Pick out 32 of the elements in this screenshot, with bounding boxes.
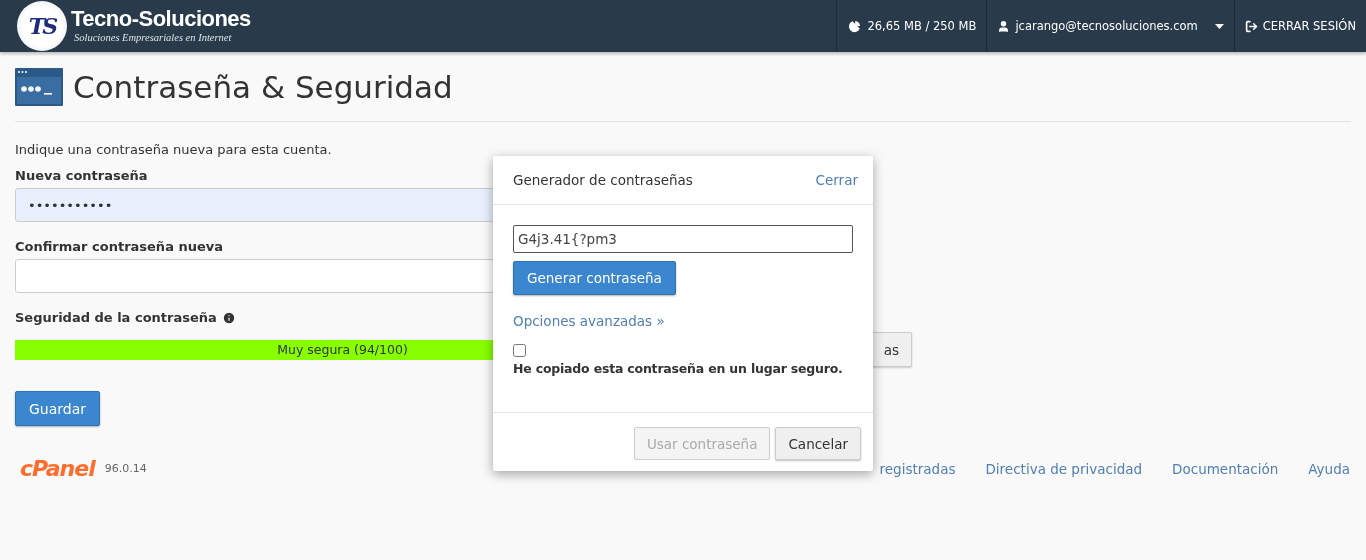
generate-button[interactable]: Generar contraseña [513,261,676,295]
disk-usage-link[interactable]: 26,65 MB / 250 MB [836,0,987,52]
info-icon [221,310,236,325]
footer-link[interactable]: Directiva de privacidad [985,460,1143,477]
user-menu[interactable]: jcarango@tecnosoluciones.com [986,0,1234,52]
caret-icon [1214,23,1224,29]
strength-reading: Muy segura (94/100) [277,342,408,357]
brand-name: Tecno-Soluciones [71,8,251,31]
cpanel-logo: cPanel [20,456,95,481]
advanced-options-link[interactable]: Opciones avanzadas » [513,313,665,329]
confirm-checkbox[interactable] [513,344,526,357]
close-link[interactable]: Cerrar [815,172,858,188]
generated-password-field[interactable]: G4j3.41{?pm3 [513,225,853,253]
footer-link[interactable]: registradas [879,460,956,477]
field-label: Seguridad de la contraseña [15,310,217,325]
field-label: Nueva contraseña [15,168,148,183]
password-window-icon [15,67,63,106]
logout-icon [1244,19,1258,33]
user-icon [997,19,1011,33]
version-text: 96.0.14 [104,462,147,475]
dialog-title: Generador de contraseñas [513,172,693,188]
pie-chart-icon [847,18,863,34]
logo-mark: TS [17,1,67,51]
brand-tagline: Soluciones Empresariales en Internet [74,33,233,44]
footer-link[interactable]: Documentación [1172,460,1279,477]
dialog-button[interactable]: Cancelar [775,427,861,460]
page-title: Contraseña & Seguridad [73,68,453,105]
save-button[interactable]: Guardar [15,391,101,426]
intro-text: Indique una contraseña nueva para esta cuenta. [15,142,333,157]
footer-link[interactable]: Ayuda [1308,460,1350,477]
field-label: Confirmar contraseña nueva [15,239,223,254]
logout-link[interactable]: CERRAR SESIÓN [1233,0,1366,52]
